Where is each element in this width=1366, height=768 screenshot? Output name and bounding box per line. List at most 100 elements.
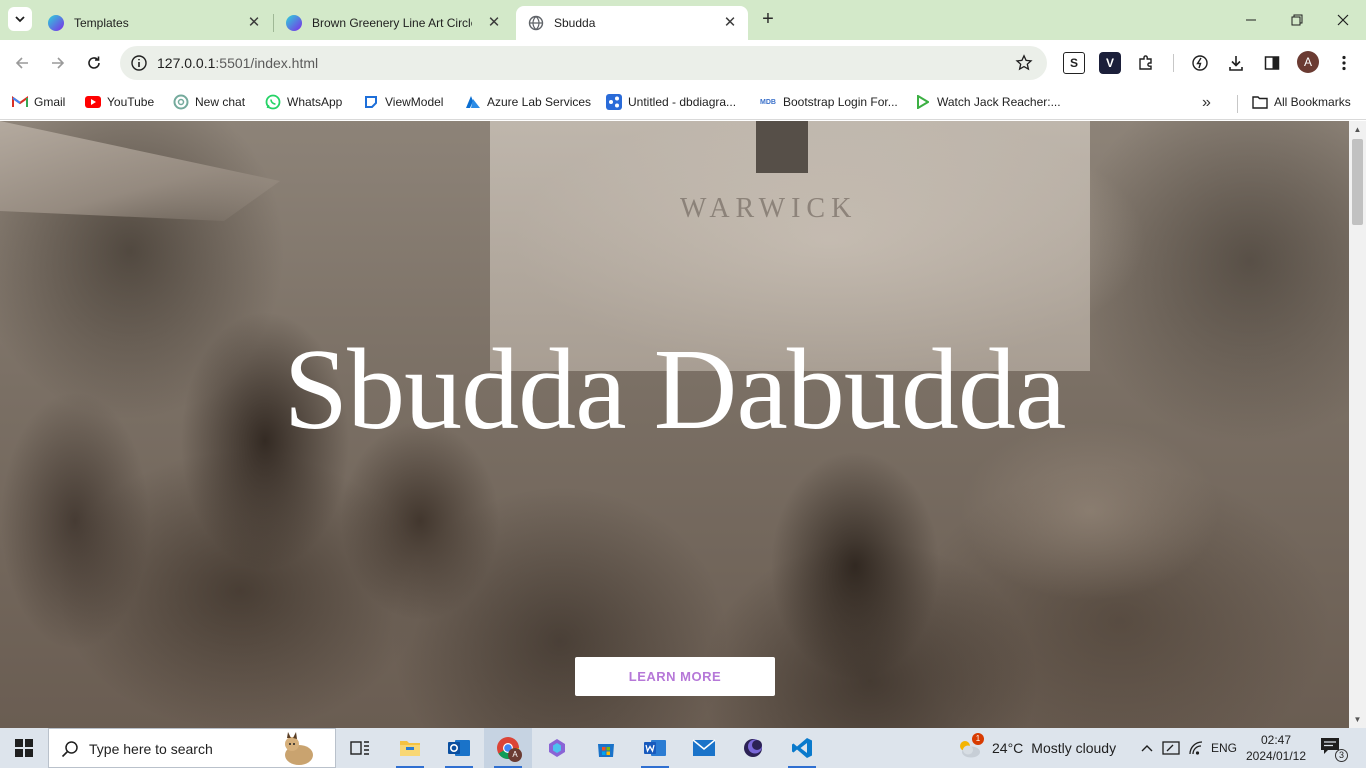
toolbar-separator — [1173, 54, 1174, 72]
weather-alert-badge: 1 — [972, 733, 984, 745]
play-icon — [915, 94, 931, 110]
chevron-down-icon — [15, 16, 25, 23]
extension-v-icon: V — [1105, 56, 1114, 70]
search-placeholder: Type here to search — [89, 741, 213, 757]
bookmark-label: Azure Lab Services — [487, 95, 592, 109]
address-bar[interactable]: 127.0.0.1:5501/index.html — [120, 46, 1047, 80]
network-button[interactable] — [1184, 728, 1208, 768]
extensions-button[interactable] — [1135, 52, 1157, 74]
bookmark-new-chat[interactable]: New chat — [173, 92, 245, 112]
copilot-button[interactable] — [533, 728, 581, 768]
extension-v-button[interactable]: V — [1099, 52, 1121, 74]
outlook-button[interactable] — [435, 728, 483, 768]
arrow-right-icon — [52, 57, 65, 69]
reload-button[interactable] — [80, 49, 108, 77]
word-icon — [644, 740, 666, 756]
weather-temperature: 24°C — [992, 740, 1024, 756]
downloads-button[interactable] — [1225, 52, 1247, 74]
close-icon[interactable]: ✕ — [246, 15, 262, 31]
mail-button[interactable] — [680, 728, 728, 768]
url-host: 127.0.0.1 — [157, 55, 216, 71]
bookmark-whatsapp[interactable]: WhatsApp — [265, 92, 342, 112]
hero-photo-sign: WARWICK — [680, 193, 858, 224]
close-icon[interactable]: ✕ — [486, 15, 502, 31]
restore-button[interactable] — [1274, 0, 1320, 40]
azure-icon — [465, 94, 481, 110]
language-button[interactable]: ENG — [1208, 728, 1240, 768]
taskbar-clock[interactable]: 02:47 2024/01/12 — [1244, 732, 1308, 764]
side-panel-button[interactable] — [1261, 52, 1283, 74]
hero-title: Sbudda Dabudda — [283, 326, 1067, 454]
tab-templates[interactable]: Templates ✕ — [36, 6, 272, 40]
forward-button[interactable] — [44, 49, 72, 77]
bookmarks-divider — [1237, 95, 1238, 113]
bookmark-label: All Bookmarks — [1274, 95, 1351, 109]
bookmark-azure[interactable]: Azure Lab Services — [465, 92, 591, 112]
tab-search-button[interactable] — [8, 7, 32, 31]
close-window-button[interactable] — [1320, 0, 1366, 40]
page-hero: WARWICK Sbudda Dabudda LEARN MORE — [0, 121, 1349, 728]
word-button[interactable] — [631, 728, 679, 768]
canva-icon — [286, 15, 302, 31]
vscode-button[interactable] — [778, 728, 826, 768]
tab-brown-greenery[interactable]: Brown Greenery Line Art Circle ✕ — [274, 6, 512, 40]
extension-s-icon: S — [1069, 56, 1078, 70]
chrome-profile-badge: A — [508, 748, 522, 762]
scroll-down-arrow-icon[interactable]: ▼ — [1349, 711, 1366, 728]
tab-strip: Templates ✕ Brown Greenery Line Art Circ… — [0, 0, 1366, 40]
task-view-button[interactable] — [336, 728, 384, 768]
eclipse-button[interactable] — [729, 728, 777, 768]
learn-more-button[interactable]: LEARN MORE — [575, 657, 775, 696]
site-info-icon[interactable] — [130, 54, 148, 72]
bookmark-viewmodel[interactable]: ViewModel — [363, 92, 443, 112]
close-icon[interactable]: ✕ — [722, 15, 738, 31]
hero-photo-umbrella — [0, 121, 280, 221]
scrollbar-thumb[interactable] — [1352, 139, 1363, 225]
back-button[interactable] — [8, 49, 36, 77]
download-icon — [1229, 56, 1243, 71]
bookmark-youtube[interactable]: YouTube — [85, 92, 154, 112]
browser-menu-button[interactable] — [1333, 52, 1355, 74]
bookmark-jack-reacher[interactable]: Watch Jack Reacher:... — [915, 92, 1061, 112]
search-icon — [61, 741, 78, 758]
copilot-icon — [549, 739, 565, 757]
scroll-up-arrow-icon[interactable]: ▲ — [1349, 121, 1366, 138]
all-bookmarks-button[interactable]: All Bookmarks — [1252, 92, 1351, 112]
bookmark-star-icon[interactable] — [1015, 54, 1033, 72]
globe-icon — [528, 15, 544, 31]
show-hidden-icons-button[interactable] — [1136, 728, 1158, 768]
weather-widget[interactable]: 1 24°C Mostly cloudy — [956, 728, 1116, 768]
speed-icon — [1192, 55, 1208, 71]
clock-date: 2024/01/12 — [1245, 749, 1307, 763]
search-highlight-lynx-icon — [285, 732, 313, 765]
arrow-left-icon — [15, 57, 28, 69]
bookmarks-overflow-button[interactable]: » — [1202, 94, 1211, 112]
bookmark-dbdiagram[interactable]: Untitled - dbdiagra... — [606, 92, 736, 112]
reload-icon — [88, 56, 100, 69]
microsoft-store-button[interactable] — [582, 728, 630, 768]
new-tab-button[interactable]: + — [756, 8, 780, 32]
taskbar-search-box[interactable]: Type here to search — [48, 728, 336, 768]
minimize-button[interactable] — [1228, 0, 1274, 40]
bookmark-gmail[interactable]: Gmail — [12, 92, 65, 112]
wifi-icon — [1189, 741, 1203, 755]
chrome-button[interactable]: A — [484, 728, 532, 768]
page-scrollbar[interactable]: ▲ ▼ — [1349, 121, 1366, 728]
performance-button[interactable] — [1189, 52, 1211, 74]
outlook-icon — [448, 740, 470, 756]
chevron-up-icon — [1141, 745, 1153, 752]
touch-keyboard-button[interactable] — [1160, 728, 1182, 768]
bookmark-bootstrap-login[interactable]: MDB Bootstrap Login For... — [759, 92, 898, 112]
vscode-icon — [792, 738, 812, 758]
extension-s-button[interactable]: S — [1063, 52, 1085, 74]
hero-photo-window — [756, 121, 808, 173]
url-path: :5501/index.html — [215, 55, 319, 71]
profile-avatar[interactable]: A — [1297, 51, 1319, 73]
file-explorer-button[interactable] — [386, 728, 434, 768]
folder-icon — [1252, 94, 1268, 110]
minimize-icon — [1246, 19, 1256, 21]
start-button[interactable] — [0, 728, 48, 768]
url-text[interactable]: 127.0.0.1:5501/index.html — [157, 55, 318, 71]
notification-center-button[interactable]: 3 — [1320, 737, 1348, 762]
tab-sbudda[interactable]: Sbudda ✕ — [516, 6, 748, 40]
